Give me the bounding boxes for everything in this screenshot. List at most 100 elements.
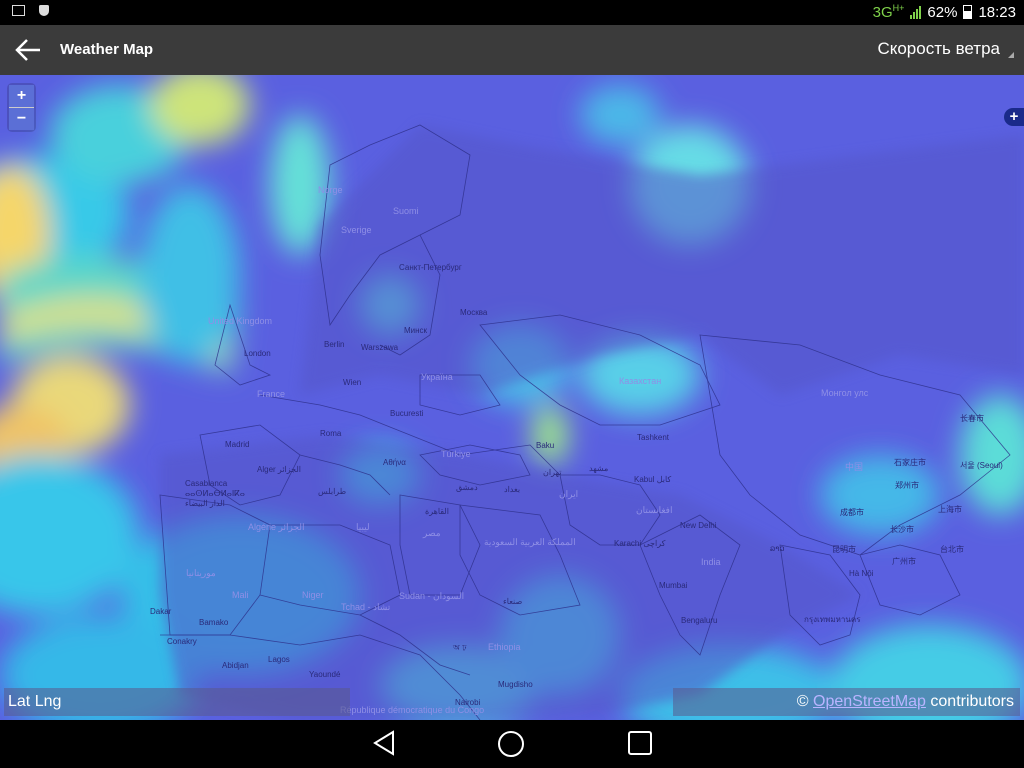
city-label: Tashkent — [637, 433, 670, 442]
city-label: London — [244, 349, 271, 358]
country-label: Ethiopia — [488, 642, 521, 652]
city-label: طرابلس — [318, 487, 347, 496]
city-label: Warszawa — [361, 343, 399, 352]
country-label: France — [257, 389, 286, 399]
city-label: Casablanca ⴰⴰⵙⵍⴰⴱⵍⴰⵏⴽⴰ الدار البيضاء — [185, 479, 245, 508]
country-label: افغانستان — [636, 505, 673, 515]
country-label: المملكة العربية السعودية — [484, 537, 576, 547]
city-label: Αθήνα — [383, 458, 406, 467]
zoom-out-button[interactable]: − — [9, 107, 34, 130]
city-label: ລາວ — [770, 544, 785, 553]
city-label: مشهد — [589, 464, 609, 473]
city-label: 成都市 — [840, 508, 864, 517]
country-label: United Kingdom — [208, 316, 273, 326]
country-label: India — [701, 557, 721, 567]
city-label: Hà Nội — [849, 569, 874, 578]
layer-select[interactable]: Скорость ветра — [877, 39, 1004, 59]
city-label: Dakar — [150, 607, 172, 616]
city-label: Kabul کابل — [634, 475, 672, 484]
system-nav-bar — [0, 720, 1024, 768]
city-label: Nairobi — [455, 698, 481, 707]
city-label: Madrid — [225, 440, 250, 449]
city-label: Bucuresti — [390, 409, 424, 418]
city-label: Wien — [343, 378, 362, 387]
city-label: Yaoundé — [309, 670, 341, 679]
city-label: تهران — [543, 468, 562, 477]
zoom-in-button[interactable]: + — [9, 85, 34, 107]
country-label: Türkiye — [441, 449, 471, 459]
city-label: 广州市 — [892, 557, 916, 566]
city-label: دمشق — [456, 483, 478, 492]
city-label: Mumbai — [659, 581, 688, 590]
city-label: กรุงเทพมหานคร — [804, 615, 861, 624]
home-icon[interactable] — [497, 730, 525, 758]
openstreetmap-link[interactable]: OpenStreetMap — [813, 693, 926, 710]
signal-icon — [910, 5, 922, 19]
status-bar: 3GH+ 62% 18:23 — [0, 0, 1024, 25]
city-label: صنعاء — [503, 597, 523, 606]
city-label: Lagos — [268, 655, 290, 664]
country-label: مصر — [423, 528, 441, 538]
city-label: 上海市 — [938, 505, 962, 514]
city-label: Roma — [320, 429, 342, 438]
country-label: ليبيا — [356, 522, 370, 532]
map-attribution: © OpenStreetMap contributors — [673, 688, 1020, 716]
country-label: Монгол улс — [821, 388, 869, 398]
city-label: Москва — [460, 308, 488, 317]
country-label: Sudan - السودان — [399, 591, 465, 601]
zoom-control: + − — [9, 85, 34, 130]
city-label: Abidjan — [222, 661, 249, 670]
city-label: Berlin — [324, 340, 345, 349]
country-label: ایران — [559, 489, 579, 499]
city-label: بغداد — [504, 485, 521, 494]
city-label: Санкт-Петербург — [399, 263, 462, 272]
back-arrow-icon[interactable] — [14, 37, 44, 63]
city-label: Bamako — [199, 618, 229, 627]
battery-icon — [963, 5, 973, 19]
recents-icon[interactable] — [627, 730, 653, 756]
layers-toggle-button[interactable]: + — [1004, 108, 1024, 126]
country-label: Niger — [302, 590, 324, 600]
country-label: Algérie الجزائر — [248, 522, 305, 532]
battery-percent: 62% — [927, 3, 958, 21]
country-label: موريتانيا — [186, 568, 216, 578]
country-label: Sverige — [341, 225, 372, 235]
country-label: Suomi — [393, 206, 419, 216]
network-type: 3GH+ — [872, 3, 905, 21]
back-icon[interactable] — [372, 730, 396, 756]
page-title: Weather Map — [60, 41, 154, 58]
clock: 18:23 — [978, 3, 1016, 21]
country-label: Norge — [318, 185, 343, 195]
city-label: New Delhi — [680, 521, 717, 530]
city-label: 郑州市 — [895, 481, 919, 490]
status-right: 3GH+ 62% 18:23 — [873, 3, 1016, 21]
city-label: 长春市 — [960, 414, 984, 423]
city-label: 石家庄市 — [894, 458, 926, 467]
map-canvas[interactable] — [0, 75, 1024, 720]
city-label: 昆明市 — [832, 545, 856, 554]
city-label: القاهرة — [425, 507, 449, 516]
country-label: 中国 — [845, 462, 864, 472]
city-label: Минск — [404, 326, 428, 335]
select-caret-icon — [1008, 52, 1014, 58]
city-label: Karachi کراچی — [614, 539, 666, 548]
city-label: 长沙市 — [890, 525, 914, 534]
country-label: Mali — [232, 590, 249, 600]
country-label: Казахстан — [619, 376, 662, 386]
city-label: Alger الجزائر — [257, 465, 302, 474]
city-label: 서울 (Seoul) — [960, 461, 1003, 470]
city-label: Mugdisho — [498, 680, 533, 689]
country-label: Tchad - تشاد — [341, 602, 391, 612]
country-label: Україна — [421, 372, 453, 382]
status-left — [12, 5, 49, 16]
city-label: 台北市 — [940, 545, 964, 554]
city-label: Conakry — [167, 637, 197, 646]
weather-map[interactable]: Norge Suomi Sverige United Kingdom Franc… — [0, 75, 1024, 720]
city-label: অ ঢ় — [453, 643, 467, 652]
city-label: Bengaluru — [681, 616, 718, 625]
lat-lng-readout: Lat Lng — [4, 688, 350, 716]
city-label: Baku — [536, 441, 555, 450]
app-bar: Weather Map Скорость ветра — [0, 25, 1024, 75]
shield-notification-icon — [39, 5, 49, 16]
image-notification-icon — [12, 5, 25, 16]
